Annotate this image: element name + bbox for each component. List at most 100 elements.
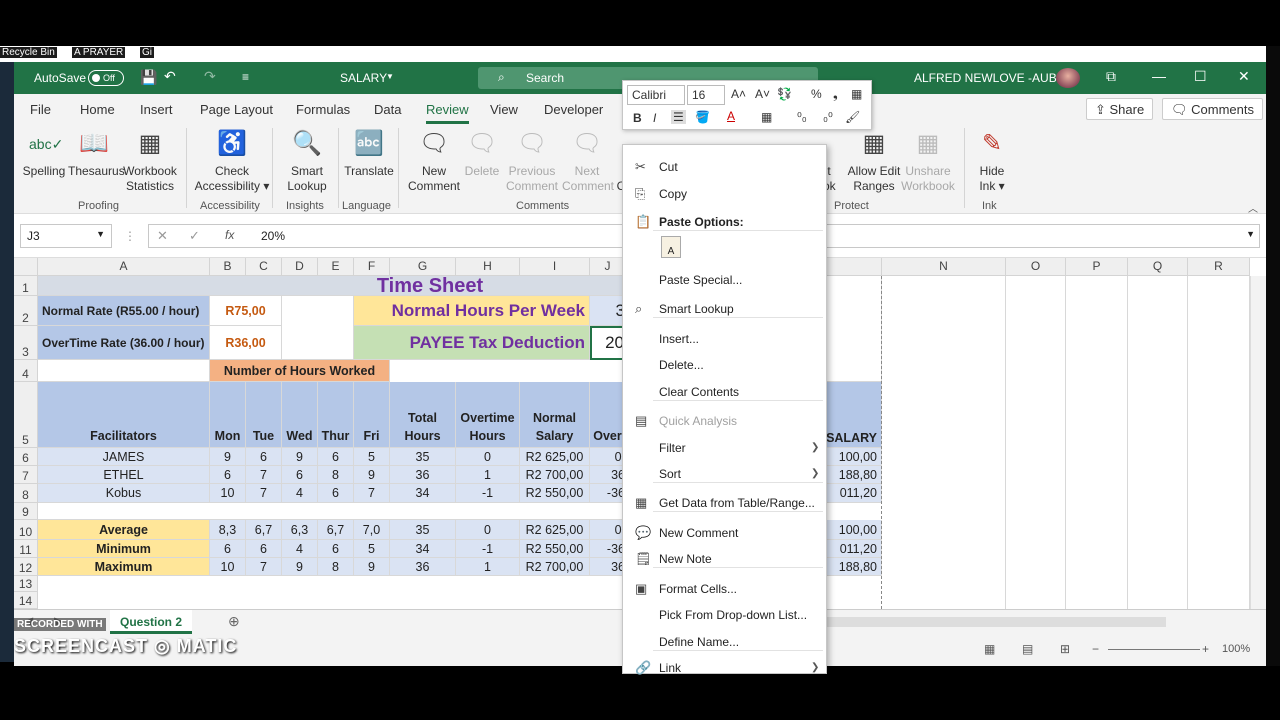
column-header-h[interactable]: H <box>456 258 520 276</box>
facilitator-name[interactable]: Kobus <box>38 484 210 503</box>
comma-style-icon[interactable]: ❟ <box>833 87 838 102</box>
horizontal-scrollbar[interactable] <box>826 617 1166 627</box>
data-cell[interactable]: 9 <box>210 448 246 466</box>
data-cell[interactable]: 6 <box>282 466 318 484</box>
data-cell[interactable]: 6 <box>318 484 354 503</box>
header-6[interactable]: Total Hours <box>390 382 456 448</box>
italic-button[interactable]: I <box>653 111 656 125</box>
stat-cell[interactable]: 6 <box>246 540 282 558</box>
context-menu-item[interactable]: ⎘ Copy <box>623 182 826 206</box>
blank-row-9[interactable] <box>38 503 626 520</box>
row-header-3[interactable]: 3 <box>14 326 38 360</box>
font-name-select[interactable]: Calibri <box>627 85 685 105</box>
tab-page-layout[interactable]: Page Layout <box>200 102 273 117</box>
row-header-1[interactable]: 1 <box>14 276 38 296</box>
enter-icon[interactable]: ✓ <box>189 228 200 244</box>
column-header-b[interactable]: B <box>210 258 246 276</box>
row-header-12[interactable]: 12 <box>14 558 38 576</box>
normal-view-icon[interactable]: ▦ <box>984 642 995 656</box>
data-cell[interactable]: 9 <box>354 466 390 484</box>
translate-button[interactable]: 🔤 Translate <box>344 128 394 179</box>
stat-cell[interactable]: 8,3 <box>210 520 246 540</box>
payee-label[interactable]: PAYEE Tax Deduction <box>354 326 590 360</box>
minimize-icon[interactable]: — <box>1152 68 1166 84</box>
undo-icon[interactable]: ↶ <box>164 68 176 85</box>
header-3[interactable]: Wed <box>282 382 318 448</box>
row-header-7[interactable]: 7 <box>14 466 38 484</box>
desktop-label[interactable]: Gi <box>140 47 154 58</box>
context-menu-item[interactable]: ▣ Format Cells... <box>623 577 826 601</box>
data-cell[interactable]: 6 <box>318 448 354 466</box>
data-cell[interactable]: 7 <box>246 466 282 484</box>
stat-cell[interactable]: 6 <box>318 540 354 558</box>
tab-data[interactable]: Data <box>374 102 401 117</box>
previous-comment-button[interactable]: 🗨 Previous Comment <box>504 128 560 194</box>
column-header-g[interactable]: G <box>390 258 456 276</box>
unshare-workbook-button[interactable]: ▦ Unshare Workbook <box>900 128 956 194</box>
sheet-tab-question-2[interactable]: Question 2 <box>110 610 192 634</box>
avatar[interactable] <box>1056 68 1080 88</box>
ot-rate-value[interactable]: R36,00 <box>210 326 282 360</box>
ribbon-display-icon[interactable]: ⧉ <box>1106 68 1116 85</box>
name-box[interactable]: J3 ▼ <box>20 224 112 248</box>
empty-column-block[interactable] <box>1066 276 1128 609</box>
desktop-label[interactable]: A PRAYER <box>72 47 126 58</box>
stat-cell[interactable]: -1 <box>456 540 520 558</box>
data-cell[interactable]: R2 550,00 <box>520 484 590 503</box>
stat-cell[interactable]: 7,0 <box>354 520 390 540</box>
collapse-ribbon-icon[interactable]: ︿ <box>1248 200 1258 215</box>
column-header-q[interactable]: Q <box>1128 258 1188 276</box>
data-cell[interactable]: 6 <box>246 448 282 466</box>
tab-home[interactable]: Home <box>80 102 115 117</box>
new-comment-button[interactable]: 🗨 New Comment <box>406 128 462 194</box>
data-cell[interactable]: R2 625,00 <box>520 448 590 466</box>
context-menu-item[interactable]: 🔗 Link ❯ <box>623 656 826 680</box>
row-header-4[interactable]: 4 <box>14 360 38 382</box>
spelling-button[interactable]: abc✓ Spelling <box>22 128 66 179</box>
smart-lookup-button[interactable]: 🔍 Smart Lookup <box>282 128 332 194</box>
tab-insert[interactable]: Insert <box>140 102 173 117</box>
hours-worked-header[interactable]: Number of Hours Worked <box>210 360 390 382</box>
header-4[interactable]: Thur <box>318 382 354 448</box>
expand-formula-icon[interactable]: ▼ <box>1246 229 1255 239</box>
user-name[interactable]: ALFRED NEWLOVE -AUBIN <box>914 71 1069 85</box>
row-header-13[interactable]: 13 <box>14 576 38 592</box>
data-cell[interactable]: 36 <box>590 466 626 484</box>
header-7[interactable]: Overtime Hours <box>456 382 520 448</box>
increase-font-icon[interactable]: A˄ <box>731 87 746 101</box>
stat-cell[interactable]: -36 <box>590 540 626 558</box>
column-header-r[interactable]: R <box>1188 258 1250 276</box>
blank-a4[interactable] <box>38 360 210 382</box>
column-header-d[interactable]: D <box>282 258 318 276</box>
context-menu-item[interactable]: 💬 New Comment <box>623 521 826 545</box>
zoom-out-icon[interactable]: − <box>1092 642 1099 656</box>
paste-option-icon[interactable]: A <box>661 236 681 258</box>
data-cell[interactable]: 35 <box>390 448 456 466</box>
chevron-down-icon[interactable]: ▼ <box>386 72 394 81</box>
customize-qat-icon[interactable]: ≡ <box>242 70 249 84</box>
context-menu-item[interactable]: Pick From Drop-down List... <box>623 603 826 627</box>
data-cell[interactable]: 9 <box>282 448 318 466</box>
column-header-a[interactable]: A <box>38 258 210 276</box>
stat-cell[interactable]: 9 <box>282 558 318 576</box>
fill-color-icon[interactable]: 🪣 <box>695 110 710 124</box>
facilitator-name[interactable]: ETHEL <box>38 466 210 484</box>
save-icon[interactable]: 💾 <box>140 69 157 86</box>
allow-edit-ranges-button[interactable]: ▦ Allow Edit Ranges <box>842 128 906 194</box>
decrease-decimal-icon[interactable]: ⁰₀ <box>797 110 807 124</box>
select-all-corner[interactable] <box>14 258 38 276</box>
data-cell[interactable]: 5 <box>354 448 390 466</box>
redo-icon[interactable]: ↷ <box>204 68 216 85</box>
data-cell[interactable]: -36 <box>590 484 626 503</box>
data-cell[interactable]: 8 <box>318 466 354 484</box>
empty-column-block[interactable] <box>1006 276 1066 609</box>
comments-button[interactable]: 🗨 Comments <box>1162 98 1263 120</box>
data-cell[interactable]: 10 <box>210 484 246 503</box>
tab-view[interactable]: View <box>490 102 518 117</box>
data-cell[interactable]: 0 <box>456 448 520 466</box>
context-menu-item[interactable]: Delete... <box>623 353 826 377</box>
tab-developer[interactable]: Developer <box>544 102 603 117</box>
increase-decimal-icon[interactable]: ₀⁰ <box>823 110 833 124</box>
stat-cell[interactable]: 6,3 <box>282 520 318 540</box>
border-icon[interactable]: ▦ <box>761 110 772 124</box>
